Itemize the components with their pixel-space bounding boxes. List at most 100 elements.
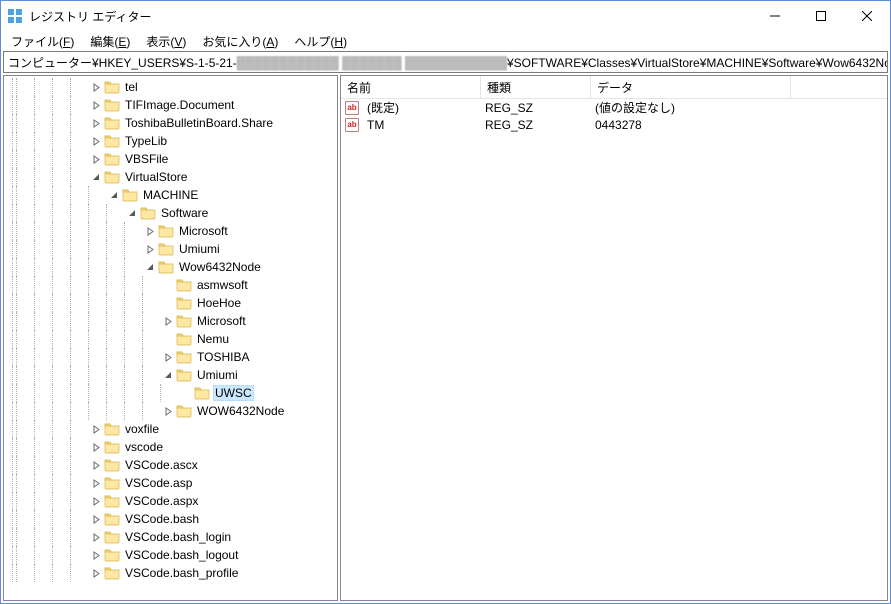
menubar: ファイル(F) 編集(E) 表示(V) お気に入り(A) ヘルプ(H) bbox=[1, 31, 890, 51]
expander-icon[interactable] bbox=[88, 479, 104, 488]
expander-icon[interactable] bbox=[88, 443, 104, 452]
value-row[interactable]: ab(既定)REG_SZ(値の設定なし) bbox=[341, 99, 887, 116]
expander-icon[interactable] bbox=[88, 425, 104, 434]
expander-icon[interactable] bbox=[88, 155, 104, 164]
expander-icon[interactable] bbox=[88, 119, 104, 128]
tree-item-vscode-asp[interactable]: VSCode.asp bbox=[4, 474, 337, 492]
expander-icon[interactable] bbox=[142, 245, 158, 254]
expander-icon[interactable] bbox=[124, 209, 140, 218]
tree-item-tifimage-document[interactable]: TIFImage.Document bbox=[4, 96, 337, 114]
folder-icon bbox=[158, 223, 174, 239]
tree-item-vscode-ascx[interactable]: VSCode.ascx bbox=[4, 456, 337, 474]
tree-label: VSCode.bash bbox=[123, 512, 201, 526]
folder-icon bbox=[104, 493, 120, 509]
tree-item-vscode-aspx[interactable]: VSCode.aspx bbox=[4, 492, 337, 510]
close-button[interactable] bbox=[844, 1, 890, 31]
tree-item-umiumi[interactable]: Umiumi bbox=[4, 366, 337, 384]
maximize-button[interactable] bbox=[798, 1, 844, 31]
address-bar[interactable]: コンピューター¥HKEY_USERS¥S-1-5-21-████████████… bbox=[3, 51, 888, 73]
tree-item-machine[interactable]: MACHINE bbox=[4, 186, 337, 204]
expander-icon[interactable] bbox=[88, 137, 104, 146]
tree-item-umiumi[interactable]: Umiumi bbox=[4, 240, 337, 258]
value-row[interactable]: abTMREG_SZ0443278 bbox=[341, 116, 887, 133]
expander-icon[interactable] bbox=[88, 101, 104, 110]
tree-body[interactable]: telTIFImage.DocumentToshibaBulletinBoard… bbox=[4, 76, 337, 600]
tree-item-microsoft[interactable]: Microsoft bbox=[4, 312, 337, 330]
list-header: 名前 種類 データ bbox=[341, 76, 887, 99]
folder-icon bbox=[104, 151, 120, 167]
list-body[interactable]: ab(既定)REG_SZ(値の設定なし)abTMREG_SZ0443278 bbox=[341, 99, 887, 600]
expander-icon[interactable] bbox=[88, 83, 104, 92]
tree-label: Nemu bbox=[195, 332, 231, 346]
tree-label: voxfile bbox=[123, 422, 161, 436]
value-data: 0443278 bbox=[589, 118, 648, 132]
tree-item-vbsfile[interactable]: VBSFile bbox=[4, 150, 337, 168]
tree-label: VBSFile bbox=[123, 152, 170, 166]
tree-item-typelib[interactable]: TypeLib bbox=[4, 132, 337, 150]
tree-label: Microsoft bbox=[177, 224, 230, 238]
tree-item-vscode-bash-profile[interactable]: VSCode.bash_profile bbox=[4, 564, 337, 582]
tree-item-wow6432node[interactable]: WOW6432Node bbox=[4, 402, 337, 420]
folder-icon bbox=[158, 241, 174, 257]
expander-icon[interactable] bbox=[88, 533, 104, 542]
tree-item-asmwsoft[interactable]: asmwsoft bbox=[4, 276, 337, 294]
tree-item-toshibabulletinboard-share[interactable]: ToshibaBulletinBoard.Share bbox=[4, 114, 337, 132]
folder-icon bbox=[104, 529, 120, 545]
folder-icon bbox=[104, 457, 120, 473]
tree-item-vscode-bash-login[interactable]: VSCode.bash_login bbox=[4, 528, 337, 546]
folder-icon bbox=[176, 403, 192, 419]
app-icon bbox=[7, 8, 23, 24]
folder-icon bbox=[104, 97, 120, 113]
tree-item-microsoft[interactable]: Microsoft bbox=[4, 222, 337, 240]
menu-view[interactable]: 表示(V) bbox=[138, 31, 194, 52]
expander-icon[interactable] bbox=[160, 407, 176, 416]
expander-icon[interactable] bbox=[88, 497, 104, 506]
menu-favorites[interactable]: お気に入り(A) bbox=[194, 31, 286, 52]
expander-icon[interactable] bbox=[88, 515, 104, 524]
expander-icon[interactable] bbox=[88, 569, 104, 578]
tree-item-wow6432node[interactable]: Wow6432Node bbox=[4, 258, 337, 276]
tree-item-virtualstore[interactable]: VirtualStore bbox=[4, 168, 337, 186]
tree-item-vscode-bash-logout[interactable]: VSCode.bash_logout bbox=[4, 546, 337, 564]
tree-item-hoehoe[interactable]: HoeHoe bbox=[4, 294, 337, 312]
col-type[interactable]: 種類 bbox=[481, 76, 591, 98]
tree-label: asmwsoft bbox=[195, 278, 250, 292]
minimize-button[interactable] bbox=[752, 1, 798, 31]
tree-item-vscode-bash[interactable]: VSCode.bash bbox=[4, 510, 337, 528]
tree-item-nemu[interactable]: Nemu bbox=[4, 330, 337, 348]
col-data[interactable]: データ bbox=[591, 76, 791, 98]
menu-file[interactable]: ファイル(F) bbox=[3, 31, 82, 52]
expander-icon[interactable] bbox=[88, 173, 104, 182]
path-suffix: ¥SOFTWARE¥Classes¥VirtualStore¥MACHINE¥S… bbox=[507, 56, 888, 70]
tree-item-vscode[interactable]: vscode bbox=[4, 438, 337, 456]
expander-icon[interactable] bbox=[160, 317, 176, 326]
expander-icon[interactable] bbox=[142, 263, 158, 272]
tree-item-voxfile[interactable]: voxfile bbox=[4, 420, 337, 438]
col-name[interactable]: 名前 bbox=[341, 76, 481, 98]
expander-icon[interactable] bbox=[88, 551, 104, 560]
folder-icon bbox=[194, 385, 210, 401]
folder-icon bbox=[176, 295, 192, 311]
tree-label: VSCode.asp bbox=[123, 476, 194, 490]
tree-item-tel[interactable]: tel bbox=[4, 78, 337, 96]
expander-icon[interactable] bbox=[160, 353, 176, 362]
expander-icon[interactable] bbox=[142, 227, 158, 236]
menu-edit[interactable]: 編集(E) bbox=[82, 31, 138, 52]
tree-item-uwsc[interactable]: UWSC bbox=[4, 384, 337, 402]
folder-icon bbox=[176, 313, 192, 329]
tree-item-toshiba[interactable]: TOSHIBA bbox=[4, 348, 337, 366]
expander-icon[interactable] bbox=[106, 191, 122, 200]
folder-icon bbox=[104, 565, 120, 581]
tree-label: Umiumi bbox=[195, 368, 240, 382]
tree-label: TypeLib bbox=[123, 134, 169, 148]
menu-help[interactable]: ヘルプ(H) bbox=[286, 31, 355, 52]
expander-icon[interactable] bbox=[160, 371, 176, 380]
list-pane: 名前 種類 データ ab(既定)REG_SZ(値の設定なし)abTMREG_SZ… bbox=[340, 75, 888, 601]
folder-icon bbox=[104, 511, 120, 527]
tree-label: VSCode.bash_logout bbox=[123, 548, 240, 562]
tree-item-software[interactable]: Software bbox=[4, 204, 337, 222]
folder-icon bbox=[104, 475, 120, 491]
expander-icon[interactable] bbox=[88, 461, 104, 470]
tree-label: Software bbox=[159, 206, 210, 220]
tree-label: Wow6432Node bbox=[177, 260, 263, 274]
